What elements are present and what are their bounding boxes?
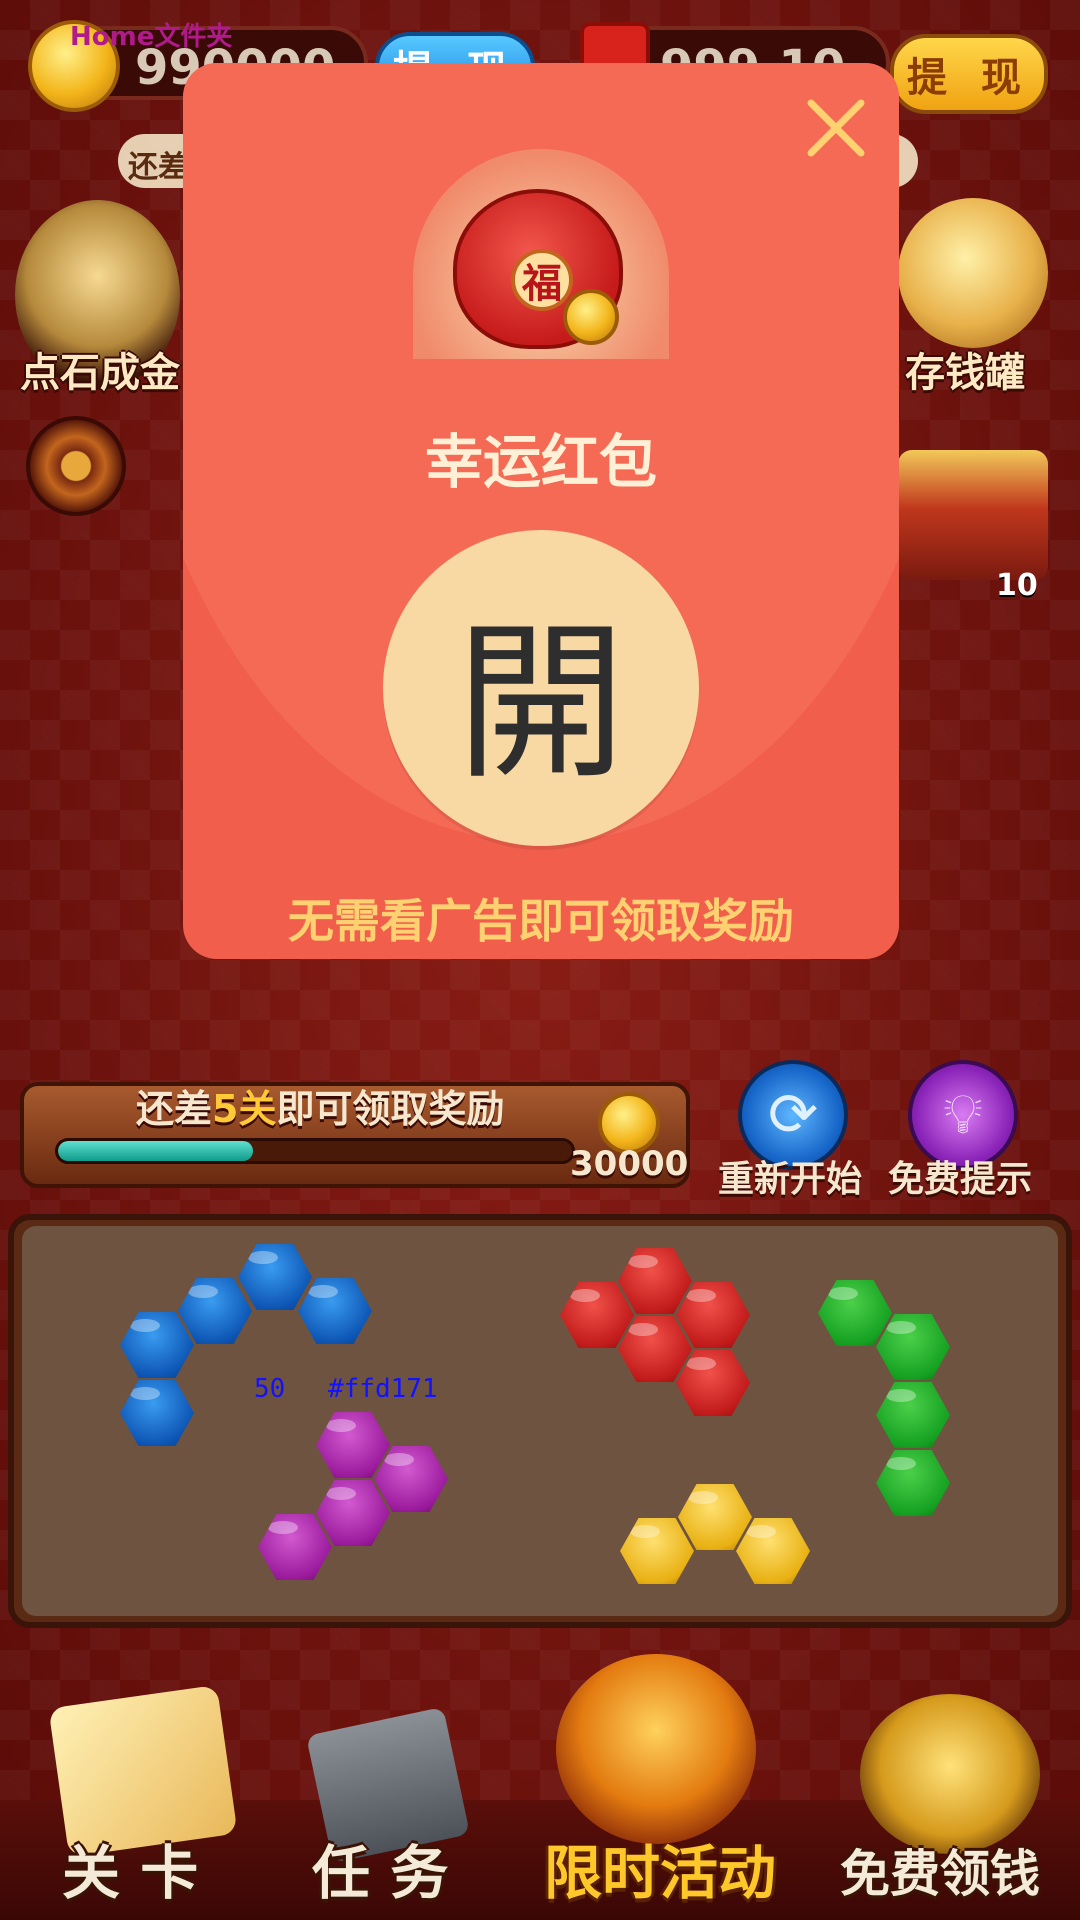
open-envelope-button[interactable]: 開 xyxy=(383,530,699,846)
progress-text: 还差5关即可领取奖励 xyxy=(136,1078,504,1133)
close-icon[interactable] xyxy=(801,93,871,163)
watermark: Home文件夹 xyxy=(70,22,233,52)
nav-limited-event[interactable]: 限时活动 xyxy=(544,1826,776,1910)
nav-free-money[interactable]: 免费领钱 xyxy=(840,1834,1040,1906)
progress-prefix: 还差 xyxy=(136,1087,213,1131)
hint-pill-text: 还差 xyxy=(128,150,188,185)
popup-title: 幸运红包 xyxy=(424,428,657,496)
limited-event-prize-icon[interactable] xyxy=(556,1654,756,1844)
fu-badge-char: 福 xyxy=(522,261,562,307)
treasure-chest-icon[interactable] xyxy=(898,450,1048,580)
settings-gear-icon[interactable] xyxy=(26,416,126,516)
coin-pile-icon[interactable] xyxy=(860,1694,1040,1854)
debug-number: 50 xyxy=(254,1374,286,1404)
progress-fill xyxy=(58,1141,254,1161)
open-envelope-label[interactable]: 開 xyxy=(456,565,626,811)
popup-footer: 无需看广告即可领取奖励 xyxy=(288,894,794,948)
progress-track xyxy=(55,1138,575,1164)
fu-badge: 福 xyxy=(511,249,573,311)
treasure-chest-count: 10 xyxy=(996,568,1038,603)
lucky-red-envelope-popup: 福 幸运红包 開 无需看广告即可领取奖励 xyxy=(183,63,899,959)
withdraw-cash-button[interactable]: 提 现 xyxy=(890,34,1048,114)
restart-button-label[interactable]: 重新开始 xyxy=(718,1150,862,1202)
progress-levels: 5关 xyxy=(212,1087,277,1131)
progress-reward-value: 30000 xyxy=(570,1144,689,1184)
piggy-bank-icon[interactable] xyxy=(898,198,1048,348)
piggy-bank-label[interactable]: 存钱罐 xyxy=(905,340,1025,398)
gold-coins-icon xyxy=(563,289,619,345)
nav-tasks[interactable]: 任 务 xyxy=(312,1826,448,1910)
free-hint-button-label[interactable]: 免费提示 xyxy=(888,1150,1032,1202)
progress-suffix: 即可领取奖励 xyxy=(276,1087,505,1131)
debug-color: #ffd171 xyxy=(328,1374,438,1404)
stone-to-gold-label[interactable]: 点石成金 xyxy=(20,340,180,398)
nav-levels[interactable]: 关 卡 xyxy=(62,1826,198,1910)
